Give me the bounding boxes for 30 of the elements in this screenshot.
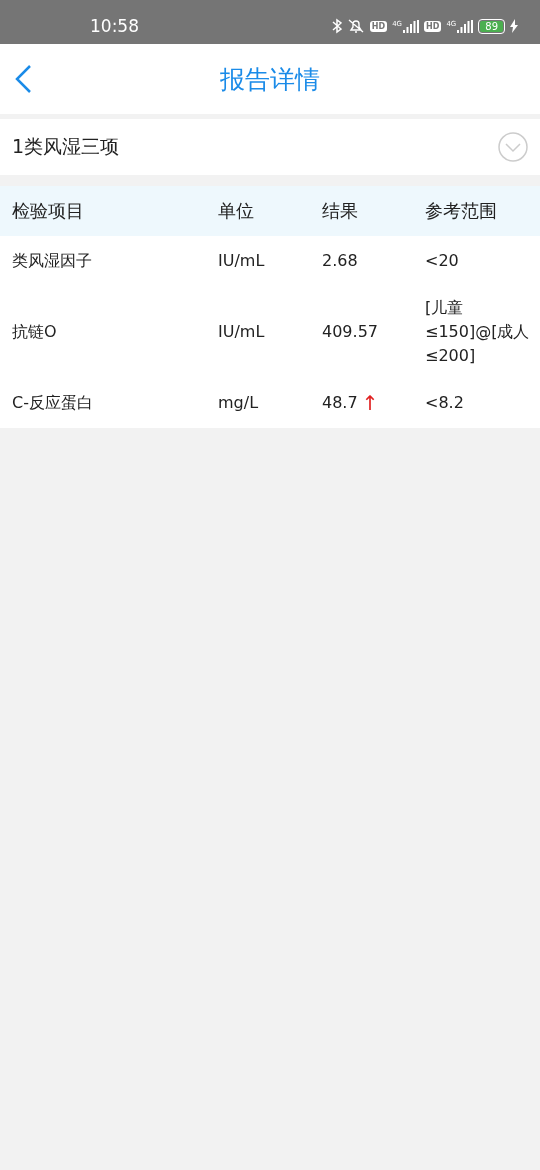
column-header: 参考范围 bbox=[425, 199, 498, 223]
table-cell-text: <8.2 bbox=[425, 392, 465, 414]
table-cell-text: IU/mL bbox=[218, 321, 266, 343]
hd-badge: HD bbox=[369, 20, 388, 32]
table-cell-text: <20 bbox=[425, 250, 460, 272]
high-result-label: ↑ bbox=[361, 391, 379, 415]
signal-icon bbox=[457, 19, 474, 33]
table-cell-text: C-反应蛋白 bbox=[12, 392, 94, 414]
back-button[interactable] bbox=[14, 64, 32, 94]
table-cell-text: 抗链O bbox=[12, 321, 58, 343]
back-icon bbox=[14, 64, 32, 94]
battery-icon: 89 bbox=[478, 18, 505, 34]
section-title: 1类风湿三项 bbox=[12, 134, 120, 159]
column-header: 结果 bbox=[322, 199, 359, 223]
table-cell-text: IU/mL bbox=[218, 250, 266, 272]
result-value: 48.7 bbox=[322, 392, 358, 414]
table-cell-text: mg/L bbox=[218, 392, 260, 414]
muted-bell-icon bbox=[346, 18, 365, 34]
column-header: 检验项目 bbox=[12, 199, 85, 223]
page-title: 报告详情 bbox=[220, 63, 320, 96]
column-header: 单位 bbox=[218, 199, 255, 223]
bluetooth-icon bbox=[331, 18, 342, 34]
signal-icon bbox=[403, 19, 420, 33]
clock-time: 10:58 bbox=[90, 15, 139, 36]
hd-badge: HD bbox=[424, 20, 442, 32]
result-value: 409.57 bbox=[322, 321, 378, 343]
table-cell-text: 类风湿因子 bbox=[12, 250, 93, 272]
result-value: 2.68 bbox=[322, 250, 358, 272]
section-header[interactable]: 1类风湿三项 bbox=[0, 119, 540, 175]
table-cell-text: [儿童≤150]@[成人≤200] bbox=[425, 297, 531, 367]
